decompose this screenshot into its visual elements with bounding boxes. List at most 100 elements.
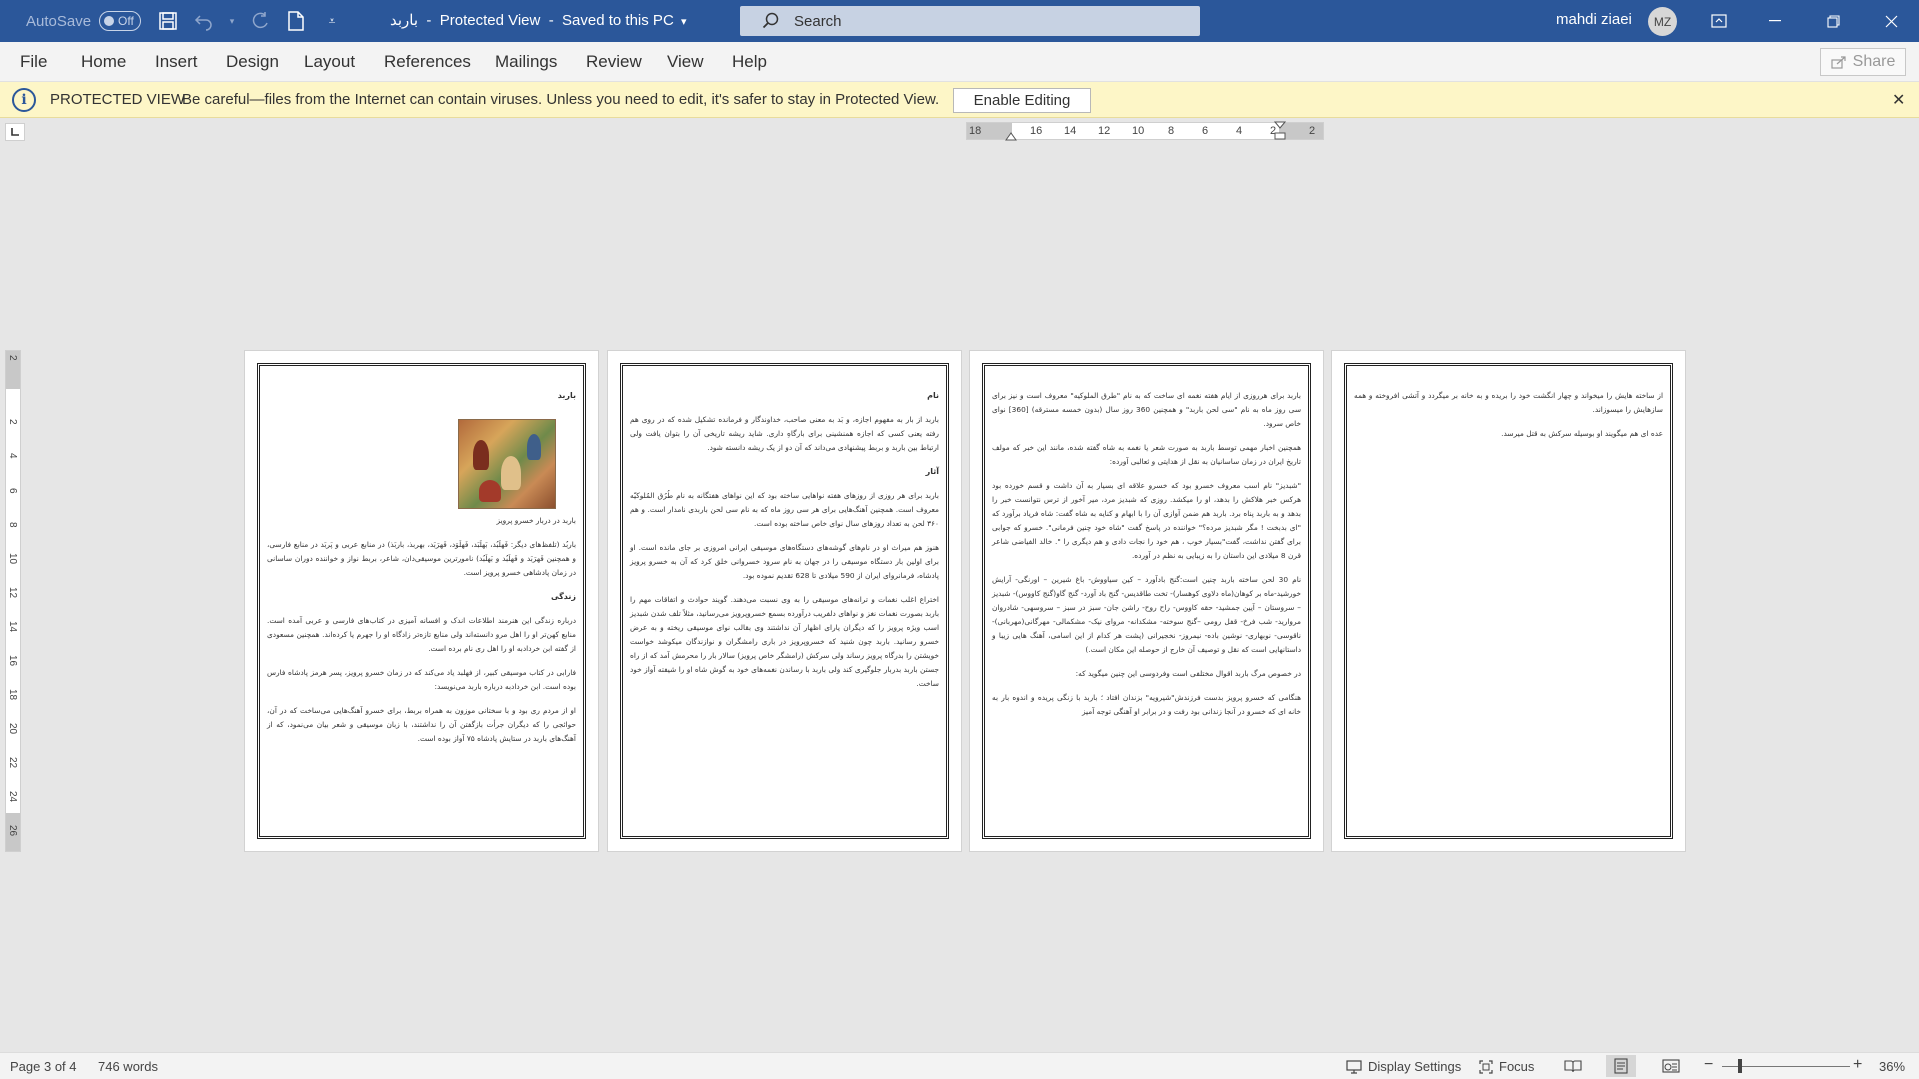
title-separator: - [426, 12, 432, 29]
document-page-2[interactable]: نام باربد از بار به مفهوم اجازه، و بَد ب… [607, 350, 962, 852]
tab-selector[interactable] [5, 123, 25, 141]
enable-editing-button[interactable]: Enable Editing [953, 88, 1091, 113]
focus-button[interactable]: Focus [1479, 1059, 1534, 1074]
tab-review[interactable]: Review [586, 52, 642, 72]
save-icon[interactable] [155, 8, 181, 34]
horizontal-ruler[interactable]: 18 16 14 12 10 8 6 4 2 2 [966, 121, 1324, 141]
customize-toolbar-icon[interactable]: ⩡ [319, 8, 345, 34]
zoom-level[interactable]: 36% [1879, 1059, 1905, 1074]
status-bar: Page 3 of 4 746 words Display Settings F… [0, 1052, 1919, 1079]
focus-label: Focus [1499, 1059, 1535, 1074]
ruler-tick: 16 [1030, 125, 1043, 137]
paragraph: باربُد (تلفظ‌های دیگر: فَهلَبُد، بَهلَبَ… [267, 540, 576, 577]
ruler-tick: 12 [1098, 125, 1111, 137]
title-separator: - [548, 12, 554, 29]
page-1-text: باربد [267, 389, 576, 413]
document-title[interactable]: باربد - Protected View - Saved to this P… [390, 11, 687, 29]
autosave-state: Off [118, 14, 134, 28]
tab-layout[interactable]: Layout [304, 52, 355, 72]
ruler-tick: 4 [1236, 125, 1243, 137]
view-mode: Protected View [439, 12, 541, 29]
page-3-text: باربد برای هرروزی از ایام هفته نغمه ای س… [992, 389, 1301, 729]
zoom-slider-thumb[interactable] [1738, 1059, 1742, 1073]
paragraph: نام 30 لحن ساخته باربد چنین است:گنج بادآ… [992, 575, 1302, 654]
autosave-toggle[interactable]: Off [99, 11, 142, 31]
autosave-label: AutoSave [26, 12, 92, 30]
word-count[interactable]: 746 words [98, 1059, 158, 1074]
paragraph: عده ای هم میگویند او بوسیله سرکش به قتل … [1501, 429, 1663, 438]
ribbon-display-options-icon[interactable] [1696, 0, 1742, 42]
ruler-tick: 6 [1202, 125, 1209, 137]
paragraph: هنگامی که خسرو پرویز بدست فرزندش"شیرویه"… [992, 693, 1301, 716]
search-icon [762, 12, 779, 29]
ruler-tick: 18 [969, 125, 982, 137]
document-name: باربد [390, 12, 419, 29]
redo-icon[interactable] [247, 8, 273, 34]
page-indicator[interactable]: Page 3 of 4 [10, 1059, 77, 1074]
ruler-tick: 16 [7, 655, 18, 667]
vertical-ruler[interactable]: 2 2 4 6 8 10 12 14 16 18 20 22 24 26 [5, 350, 21, 852]
autosave-control[interactable]: AutoSave Off [26, 0, 142, 42]
tab-view[interactable]: View [667, 52, 704, 72]
document-page-3[interactable]: باربد برای هرروزی از ایام هفته نغمه ای س… [969, 350, 1324, 852]
restore-icon[interactable] [1810, 0, 1856, 42]
ruler-tick: 14 [7, 621, 18, 633]
share-label: Share [1852, 53, 1896, 70]
share-button[interactable]: Share [1820, 48, 1906, 76]
ruler-tick: 6 [7, 488, 18, 494]
read-mode-icon[interactable] [1564, 1059, 1582, 1076]
focus-icon [1479, 1059, 1493, 1074]
tab-help[interactable]: Help [732, 52, 767, 72]
paragraph: در خصوص مرگ باربد اقوال مختلفی است وفردو… [1075, 669, 1301, 678]
paragraph: "شبدیز" نام اسب معروف خسرو بود که خسرو ع… [992, 481, 1301, 560]
tab-home[interactable]: Home [81, 52, 126, 72]
chevron-down-icon[interactable]: ▾ [678, 16, 687, 28]
paragraph: از ساخته هایش را میخواند و چهار انگشت خو… [1354, 391, 1663, 414]
paragraph: باربد از بار به مفهوم اجازه، و بَد به مع… [630, 415, 939, 452]
paragraph: او از مردم ری بود و با سختانی موزون به ه… [267, 706, 576, 743]
page-2-text: نام باربد از بار به مفهوم اجازه، و بَد ب… [630, 389, 939, 701]
ribbon-tabs: File Home Insert Design Layout Reference… [0, 42, 1919, 82]
zoom-out-icon[interactable]: − [1704, 1056, 1713, 1074]
right-indent-marker[interactable] [1274, 121, 1286, 141]
ruler-tick: 2 [7, 355, 18, 361]
display-settings-button[interactable]: Display Settings [1346, 1059, 1461, 1074]
search-box[interactable]: Search [740, 6, 1200, 36]
ruler-tick: 8 [7, 522, 18, 528]
user-name[interactable]: mahdi ziaei [1556, 11, 1632, 28]
document-heading: باربد [557, 391, 576, 400]
avatar[interactable]: MZ [1648, 7, 1677, 36]
web-layout-icon[interactable] [1662, 1059, 1680, 1076]
minimize-icon[interactable] [1752, 0, 1798, 42]
persian-miniature-image[interactable] [458, 419, 556, 509]
tab-design[interactable]: Design [226, 52, 279, 72]
print-layout-icon[interactable] [1606, 1055, 1636, 1077]
ruler-tick: 8 [1168, 125, 1175, 137]
close-icon[interactable]: ✕ [1892, 90, 1905, 110]
close-icon[interactable] [1868, 0, 1914, 42]
info-shield-icon: i [12, 88, 36, 112]
tab-references[interactable]: References [384, 52, 471, 72]
title-bar: AutoSave Off ▾ ⩡ باربد - Protected View … [0, 0, 1919, 42]
left-indent-marker[interactable] [1005, 131, 1017, 141]
ruler-tick: 18 [7, 689, 18, 701]
document-page-4[interactable]: از ساخته هایش را میخواند و چهار انگشت خو… [1331, 350, 1686, 852]
undo-dropdown-icon[interactable]: ▾ [227, 8, 237, 34]
paragraph: درباره زندگی این هنرمند اطلاعات اندک و ا… [267, 616, 576, 653]
new-document-icon[interactable] [283, 8, 309, 34]
ruler-tick: 4 [7, 453, 18, 459]
zoom-in-icon[interactable]: + [1853, 1056, 1862, 1074]
ruler-tick: 10 [1132, 125, 1145, 137]
image-caption: باربد در دربار خسرو پرویز [496, 516, 576, 525]
page-1-body: باربد در دربار خسرو پرویز باربُد (تلفظ‌ه… [267, 514, 576, 756]
section-heading: نام [927, 391, 939, 400]
document-page-1[interactable]: باربد باربد در دربار خسرو پرویز باربُد (… [244, 350, 599, 852]
undo-icon[interactable] [191, 8, 217, 34]
tab-insert[interactable]: Insert [155, 52, 198, 72]
ruler-tick: 14 [1064, 125, 1077, 137]
ruler-tick: 12 [7, 587, 18, 599]
section-heading: آثار [925, 467, 939, 476]
tab-mailings[interactable]: Mailings [495, 52, 557, 72]
tab-file[interactable]: File [20, 52, 47, 72]
ruler-tick: 24 [7, 791, 18, 803]
